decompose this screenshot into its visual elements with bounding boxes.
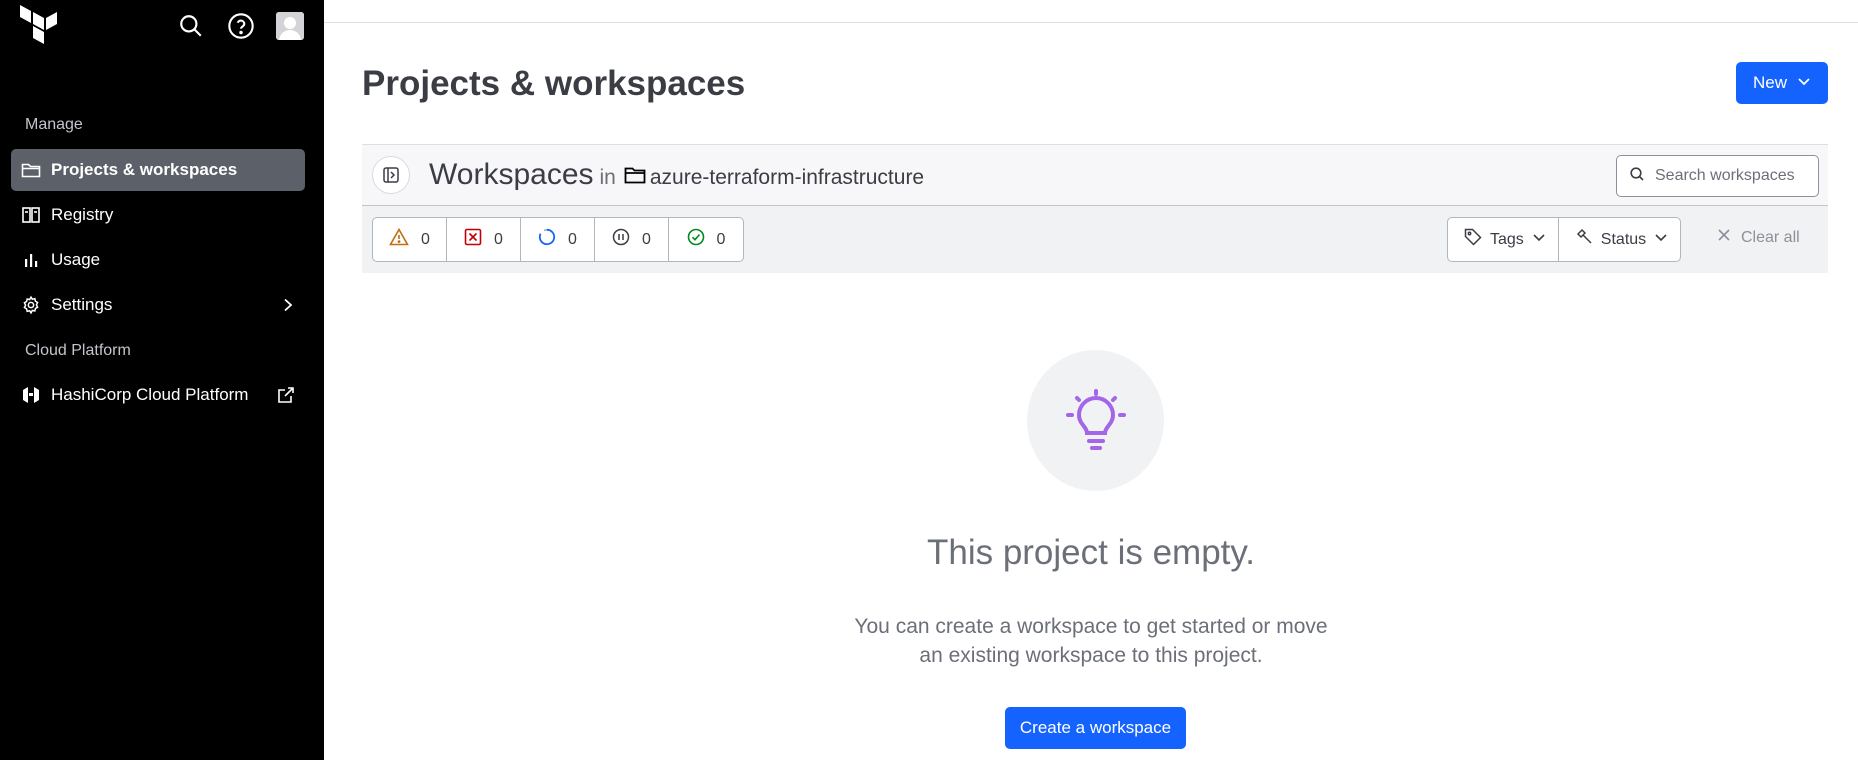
sidebar-item-label: Usage — [51, 250, 101, 269]
empty-state-desc-line2: an existing workspace to this project. — [919, 644, 1263, 667]
sidebar-item-registry[interactable]: Registry — [11, 194, 305, 236]
sidebar: Manage Projects & workspaces Registry Us… — [0, 0, 324, 760]
create-workspace-button[interactable]: Create a workspace — [1005, 707, 1186, 749]
status-label: Status — [1600, 230, 1647, 248]
in-label: in — [599, 166, 616, 189]
filter-bar: 0 0 0 0 0 Tags Status Clear all — [362, 206, 1828, 273]
folder-icon — [624, 165, 646, 191]
lightbulb-icon — [1027, 350, 1164, 491]
sidebar-toggle-icon[interactable] — [372, 156, 410, 194]
top-bar — [324, 0, 1858, 23]
sidebar-item-label: Settings — [51, 295, 113, 314]
bar-chart-icon — [21, 250, 41, 270]
status-filter-error[interactable]: 0 — [447, 218, 521, 261]
sidebar-section-manage: Manage — [25, 116, 83, 133]
chevron-down-icon — [1797, 73, 1811, 93]
status-count: 0 — [642, 230, 651, 248]
new-button-label: New — [1752, 73, 1787, 92]
page-title: Projects & workspaces — [362, 64, 746, 103]
status-filter-warning[interactable]: 0 — [373, 218, 447, 261]
success-icon — [687, 228, 705, 251]
book-icon — [21, 205, 41, 225]
status-filter-group: 0 0 0 0 0 — [372, 217, 744, 262]
workspaces-title: Workspaces — [429, 158, 594, 191]
empty-state-title: This project is empty. — [926, 533, 1256, 572]
status-count: 0 — [716, 230, 726, 248]
sidebar-item-hcp[interactable]: HashiCorp Cloud Platform — [11, 374, 305, 416]
project-breadcrumb: azure-terraform-infrastructure — [624, 165, 924, 191]
new-button[interactable]: New — [1736, 62, 1828, 104]
sidebar-item-usage[interactable]: Usage — [11, 239, 305, 281]
avatar[interactable] — [276, 12, 304, 40]
clear-all-button[interactable]: Clear all — [1717, 228, 1800, 247]
project-name: azure-terraform-infrastructure — [649, 166, 925, 189]
empty-state-description: You can create a workspace to get starte… — [324, 612, 1858, 670]
chevron-down-icon — [1654, 230, 1668, 249]
sidebar-section-cloud: Cloud Platform — [25, 342, 131, 359]
sidebar-item-projects[interactable]: Projects & workspaces — [11, 149, 305, 191]
folder-icon — [21, 160, 41, 180]
sidebar-item-label: Registry — [51, 205, 114, 224]
external-link-icon — [277, 386, 295, 404]
chevron-right-icon — [281, 298, 295, 312]
status-filter-paused[interactable]: 0 — [595, 218, 669, 261]
status-count: 0 — [494, 230, 503, 248]
hashicorp-icon — [21, 385, 41, 405]
running-icon — [538, 228, 556, 251]
filter-dropdowns: Tags Status — [1447, 217, 1682, 262]
warning-icon — [389, 227, 409, 251]
search-icon — [1629, 166, 1645, 187]
tags-dropdown[interactable]: Tags — [1448, 218, 1558, 261]
status-dropdown[interactable]: Status — [1557, 218, 1680, 261]
close-icon — [1717, 228, 1731, 247]
sidebar-item-label: HashiCorp Cloud Platform — [51, 385, 249, 404]
gear-icon — [21, 295, 41, 315]
sidebar-item-settings[interactable]: Settings — [11, 284, 305, 326]
sidebar-top — [0, 0, 324, 52]
tags-label: Tags — [1490, 230, 1524, 248]
empty-state-desc-line1: You can create a workspace to get starte… — [854, 615, 1328, 638]
status-count: 0 — [421, 230, 430, 248]
help-icon[interactable] — [226, 11, 256, 41]
paused-icon — [612, 228, 630, 251]
tag-icon — [1464, 228, 1482, 251]
hammer-icon — [1575, 228, 1593, 251]
clear-all-label: Clear all — [1741, 228, 1800, 246]
error-icon — [464, 228, 482, 251]
status-filter-success[interactable]: 0 — [669, 218, 743, 261]
main-content: Projects & workspaces New Workspaces in … — [324, 0, 1858, 760]
chevron-down-icon — [1532, 230, 1546, 249]
status-filter-running[interactable]: 0 — [521, 218, 595, 261]
search-icon[interactable] — [176, 11, 206, 41]
search-workspaces-input[interactable]: Search workspaces — [1616, 155, 1819, 197]
workspaces-header: Workspaces in azure-terraform-infrastruc… — [362, 144, 1828, 206]
status-count: 0 — [568, 230, 577, 248]
terraform-logo[interactable] — [20, 4, 60, 48]
search-placeholder: Search workspaces — [1655, 167, 1795, 184]
sidebar-item-label: Projects & workspaces — [51, 160, 238, 179]
